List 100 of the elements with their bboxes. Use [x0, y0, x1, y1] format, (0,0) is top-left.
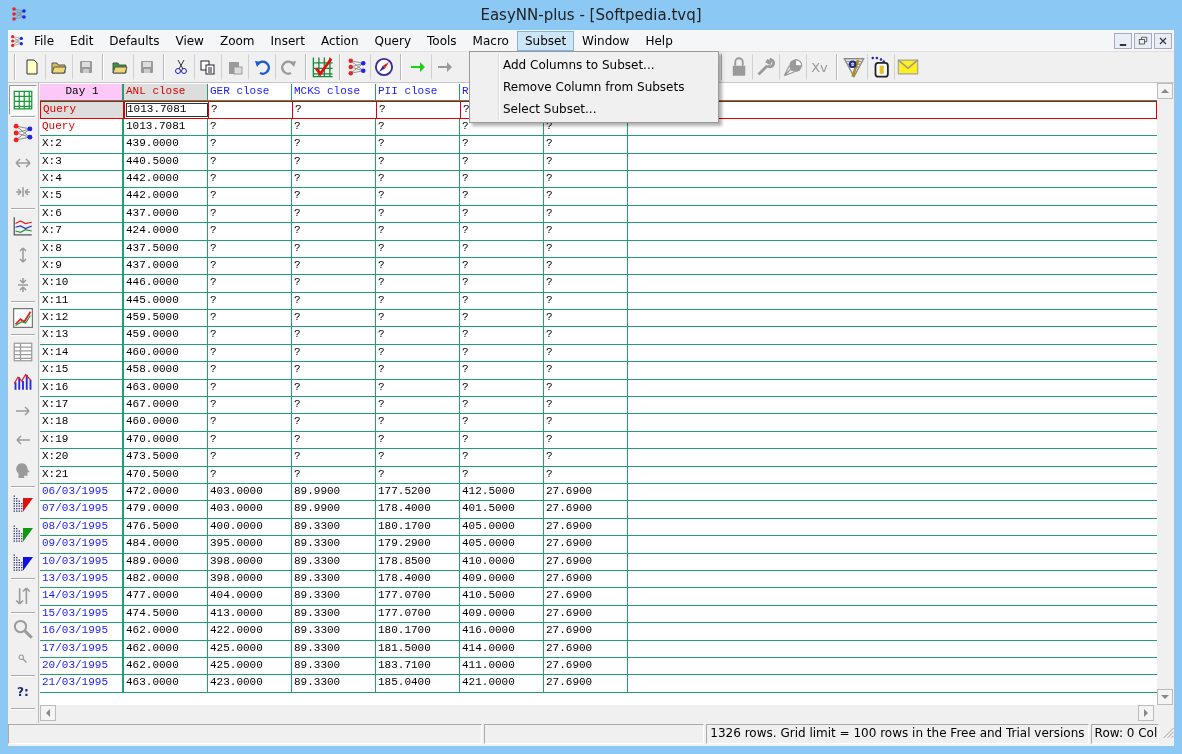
menu-entry[interactable]: Remove Column from Subsets: [470, 76, 718, 98]
status-position: Row: 0 Col: [1090, 724, 1159, 744]
row-label[interactable]: X:4: [40, 170, 124, 188]
scroll-up-icon[interactable]: [1161, 88, 1169, 94]
row-label[interactable]: 06/03/1995: [40, 484, 124, 501]
row-label[interactable]: X:9: [40, 257, 124, 275]
row-label[interactable]: 15/03/1995: [40, 605, 124, 623]
menu-item[interactable]: View: [167, 30, 212, 51]
side-toolbar-button[interactable]: ?:: [9, 677, 37, 707]
row-label[interactable]: 20/03/1995: [40, 657, 124, 675]
network-icon: [12, 122, 34, 145]
row-label[interactable]: X:19: [40, 431, 124, 449]
close-button[interactable]: [1154, 32, 1172, 49]
row-label[interactable]: X:8: [40, 240, 124, 257]
row-label[interactable]: X:20: [40, 449, 124, 466]
table-cell: 27.6900: [544, 657, 628, 675]
row-label[interactable]: X:17: [40, 397, 124, 414]
table-cell: 462.0000: [124, 623, 208, 640]
table-cell: ?: [544, 310, 628, 327]
table-cell: 425.0000: [208, 657, 292, 675]
row-label[interactable]: 09/03/1995: [40, 536, 124, 553]
menu-item[interactable]: Macro: [464, 30, 517, 51]
table-cell: 400.0000: [208, 518, 292, 536]
table-cell: ?: [544, 449, 628, 466]
histogram-icon: [13, 493, 33, 514]
row-label[interactable]: X:3: [40, 153, 124, 170]
restore-icon: [1137, 34, 1149, 47]
menu-item[interactable]: Query: [366, 30, 419, 51]
row-label[interactable]: Query: [41, 102, 125, 118]
row-label[interactable]: X:5: [40, 188, 124, 205]
table-cell: ?: [376, 292, 460, 310]
row-label[interactable]: X:11: [40, 292, 124, 310]
vertical-scrollbar[interactable]: [1157, 83, 1174, 705]
scroll-left-icon[interactable]: [45, 709, 51, 717]
row-label[interactable]: X:10: [40, 275, 124, 292]
column-header[interactable]: MCKS close: [292, 84, 376, 101]
row-label[interactable]: X:16: [40, 379, 124, 397]
row-label[interactable]: X:7: [40, 223, 124, 240]
table-cell: ?: [208, 379, 292, 397]
table-cell: ?: [460, 257, 544, 275]
row-label[interactable]: X:14: [40, 344, 124, 362]
column-header[interactable]: Day 1: [40, 84, 124, 101]
table-cell: ?: [460, 153, 544, 170]
table-cell: 89.3300: [292, 605, 376, 623]
table-cell: ?: [544, 275, 628, 292]
menu-item[interactable]: Window: [574, 30, 638, 51]
row-label[interactable]: X:18: [40, 414, 124, 431]
minimize-button[interactable]: [1114, 32, 1132, 49]
table-cell: ?: [544, 170, 628, 188]
row-label[interactable]: 08/03/1995: [40, 518, 124, 536]
side-toolbar-button[interactable]: [9, 85, 37, 115]
table-icon: [13, 341, 33, 362]
menu-item[interactable]: Tools: [419, 30, 465, 51]
scroll-right-icon[interactable]: [1143, 709, 1149, 717]
column-header[interactable]: GER close: [208, 84, 292, 101]
table-cell: ?: [460, 344, 544, 362]
row-label[interactable]: X:13: [40, 327, 124, 344]
row-label[interactable]: 13/03/1995: [40, 570, 124, 588]
menu-item[interactable]: Subset: [516, 30, 575, 51]
menu-item[interactable]: Edit: [62, 30, 102, 51]
menu-item[interactable]: Insert: [262, 30, 313, 51]
table-cell: 459.0000: [124, 327, 208, 344]
row-label[interactable]: X:15: [40, 362, 124, 379]
table-cell: 424.0000: [124, 223, 208, 240]
line-chart-icon: [13, 215, 33, 236]
menu-entry[interactable]: Add Columns to Subset...: [470, 54, 718, 76]
menu-item[interactable]: Action: [312, 30, 367, 51]
row-label[interactable]: 14/03/1995: [40, 588, 124, 605]
row-label[interactable]: 21/03/1995: [40, 675, 124, 692]
row-label[interactable]: X:2: [40, 136, 124, 153]
row-label[interactable]: 16/03/1995: [40, 623, 124, 640]
restore-button[interactable]: [1134, 32, 1152, 49]
table-cell: ?: [460, 275, 544, 292]
table-cell: ?: [292, 431, 376, 449]
scroll-down-icon[interactable]: [1161, 694, 1169, 700]
column-header[interactable]: PII close: [376, 84, 460, 101]
row-label[interactable]: Query: [40, 118, 124, 136]
menu-item[interactable]: Help: [637, 30, 681, 51]
row-label[interactable]: X:6: [40, 205, 124, 223]
table-cell: ?: [292, 414, 376, 431]
table-cell: 89.3300: [292, 570, 376, 588]
table-cell: 185.0400: [376, 675, 460, 692]
row-label[interactable]: 10/03/1995: [40, 553, 124, 570]
menu-item[interactable]: File: [26, 30, 63, 51]
table-cell: ?: [292, 223, 376, 240]
table-cell: 421.0000: [460, 675, 544, 692]
table-cell: 27.6900: [544, 640, 628, 657]
row-label[interactable]: X:21: [40, 466, 124, 483]
table-cell: 489.0000: [124, 553, 208, 570]
column-header[interactable]: ANL close: [124, 84, 208, 101]
table-cell: ?: [292, 257, 376, 275]
row-label[interactable]: 07/03/1995: [40, 501, 124, 518]
menu-item[interactable]: Defaults: [101, 30, 168, 51]
menu-item[interactable]: Zoom: [211, 30, 263, 51]
table-cell: ?: [376, 170, 460, 188]
table-cell: ?: [544, 136, 628, 153]
table-cell: 177.0700: [376, 588, 460, 605]
row-label[interactable]: X:12: [40, 310, 124, 327]
table-cell: ?: [376, 153, 460, 170]
row-label[interactable]: 17/03/1995: [40, 640, 124, 657]
